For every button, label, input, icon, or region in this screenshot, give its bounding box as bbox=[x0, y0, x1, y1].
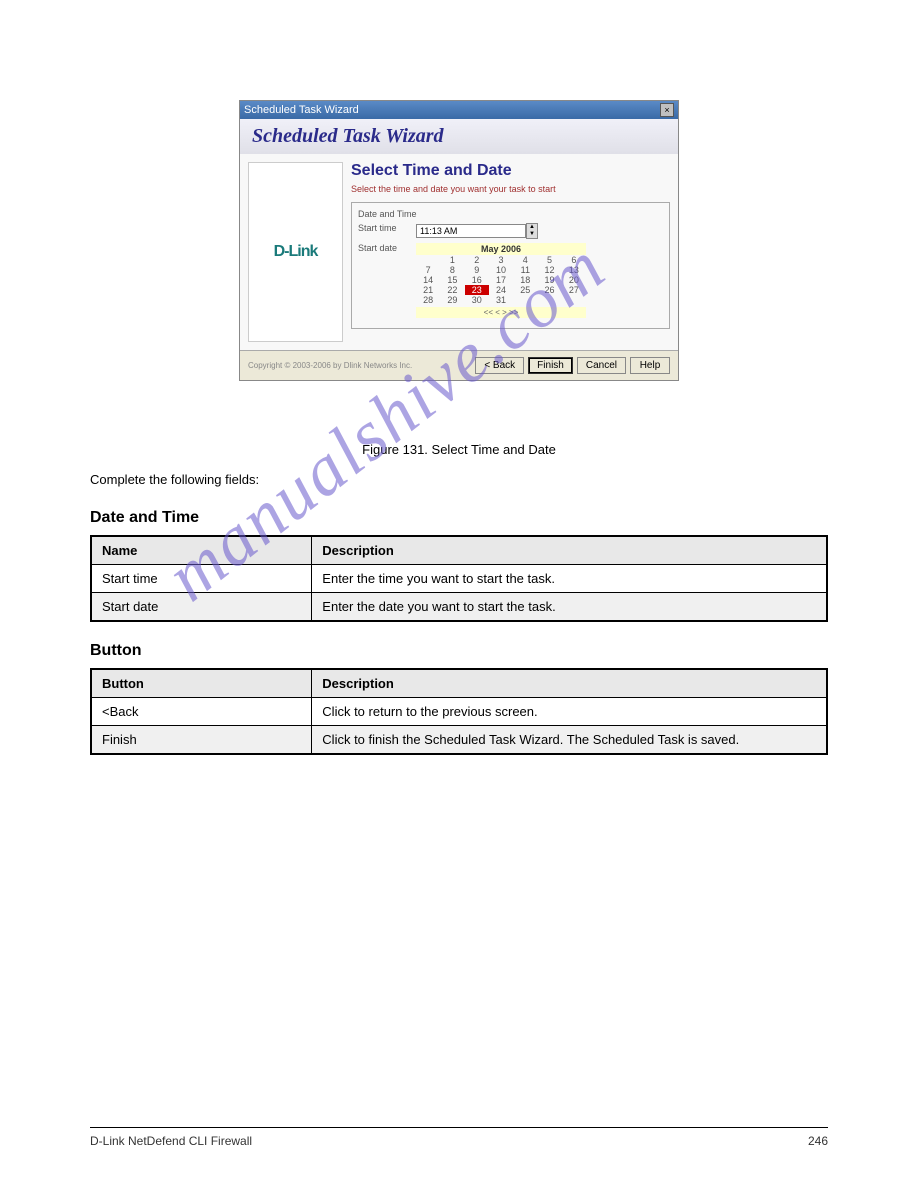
table-cell: Click to return to the previous screen. bbox=[312, 698, 827, 726]
table2-header-desc: Description bbox=[312, 669, 827, 698]
calendar-day[interactable]: 14 bbox=[416, 275, 440, 285]
calendar-day[interactable]: 30 bbox=[465, 295, 489, 305]
step-title: Select Time and Date bbox=[351, 162, 670, 180]
calendar-day[interactable]: 8 bbox=[440, 265, 464, 275]
finish-button[interactable]: Finish bbox=[528, 357, 573, 374]
table1-header-name: Name bbox=[91, 536, 312, 565]
calendar-day[interactable]: 23 bbox=[465, 285, 489, 295]
calendar-day[interactable]: 18 bbox=[513, 275, 537, 285]
wizard-title: Scheduled Task Wizard bbox=[252, 125, 666, 148]
calendar-day[interactable]: 7 bbox=[416, 265, 440, 275]
wizard-window: Scheduled Task Wizard × Scheduled Task W… bbox=[239, 100, 679, 381]
calendar-day[interactable]: 31 bbox=[489, 295, 513, 305]
table-cell: Enter the time you want to start the tas… bbox=[312, 565, 827, 593]
calendar-day[interactable]: 20 bbox=[562, 275, 586, 285]
calendar-day bbox=[416, 255, 440, 265]
calendar-day[interactable]: 4 bbox=[513, 255, 537, 265]
calendar-day[interactable]: 16 bbox=[465, 275, 489, 285]
date-time-table: Name Description Start timeEnter the tim… bbox=[90, 535, 828, 622]
table-cell: Enter the date you want to start the tas… bbox=[312, 593, 827, 622]
calendar-day[interactable]: 10 bbox=[489, 265, 513, 275]
table-row: Start timeEnter the time you want to sta… bbox=[91, 565, 827, 593]
calendar-day[interactable]: 27 bbox=[562, 285, 586, 295]
wizard-body: D-Link Select Time and Date Select the t… bbox=[240, 154, 678, 350]
calendar-day[interactable]: 25 bbox=[513, 285, 537, 295]
calendar-day bbox=[513, 295, 537, 305]
table2-section-title: Button bbox=[90, 642, 828, 660]
calendar-day[interactable]: 17 bbox=[489, 275, 513, 285]
calendar-day[interactable]: 29 bbox=[440, 295, 464, 305]
calendar[interactable]: May 2006 1234567891011121314151617181920… bbox=[416, 243, 586, 318]
start-time-label: Start time bbox=[358, 223, 408, 233]
calendar-day[interactable]: 12 bbox=[537, 265, 561, 275]
table-cell: Start time bbox=[91, 565, 312, 593]
calendar-day[interactable]: 1 bbox=[440, 255, 464, 265]
footer-right: 246 bbox=[808, 1134, 828, 1148]
calendar-day[interactable]: 15 bbox=[440, 275, 464, 285]
calendar-day[interactable]: 24 bbox=[489, 285, 513, 295]
titlebar-text: Scheduled Task Wizard bbox=[244, 104, 359, 116]
calendar-day[interactable]: 13 bbox=[562, 265, 586, 275]
calendar-day[interactable]: 21 bbox=[416, 285, 440, 295]
help-button[interactable]: Help bbox=[630, 357, 670, 374]
page-footer: D-Link NetDefend CLI Firewall 246 bbox=[90, 1127, 828, 1148]
calendar-day[interactable]: 28 bbox=[416, 295, 440, 305]
calendar-day[interactable]: 2 bbox=[465, 255, 489, 265]
button-table: Button Description <BackClick to return … bbox=[90, 668, 828, 755]
calendar-day[interactable]: 6 bbox=[562, 255, 586, 265]
back-button[interactable]: < Back bbox=[475, 357, 524, 374]
start-date-label: Start date bbox=[358, 243, 408, 253]
table-row: Start dateEnter the date you want to sta… bbox=[91, 593, 827, 622]
close-icon[interactable]: × bbox=[660, 103, 674, 117]
start-time-input[interactable] bbox=[416, 224, 526, 238]
table-cell: Click to finish the Scheduled Task Wizar… bbox=[312, 726, 827, 755]
table-cell: Finish bbox=[91, 726, 312, 755]
titlebar: Scheduled Task Wizard × bbox=[240, 101, 678, 119]
calendar-day[interactable]: 26 bbox=[537, 285, 561, 295]
calendar-day[interactable]: 11 bbox=[513, 265, 537, 275]
step-subtitle: Select the time and date you want your t… bbox=[351, 184, 670, 194]
table-cell: <Back bbox=[91, 698, 312, 726]
calendar-day bbox=[537, 295, 561, 305]
calendar-day[interactable]: 3 bbox=[489, 255, 513, 265]
calendar-day[interactable]: 19 bbox=[537, 275, 561, 285]
calendar-month: May 2006 bbox=[416, 243, 586, 255]
calendar-day bbox=[562, 295, 586, 305]
wizard-footer: Copyright © 2003-2006 by Dlink Networks … bbox=[240, 350, 678, 380]
brand-logo: D-Link bbox=[248, 162, 343, 342]
calendar-day[interactable]: 22 bbox=[440, 285, 464, 295]
table-row: FinishClick to finish the Scheduled Task… bbox=[91, 726, 827, 755]
cancel-button[interactable]: Cancel bbox=[577, 357, 626, 374]
wizard-header: Scheduled Task Wizard bbox=[240, 119, 678, 154]
table-row: <BackClick to return to the previous scr… bbox=[91, 698, 827, 726]
calendar-nav[interactable]: << < > >> bbox=[416, 307, 586, 318]
footer-left: D-Link NetDefend CLI Firewall bbox=[90, 1134, 252, 1148]
copyright-text: Copyright © 2003-2006 by Dlink Networks … bbox=[248, 361, 412, 370]
figure-caption: Figure 131. Select Time and Date bbox=[90, 441, 828, 459]
table1-section-title: Date and Time bbox=[90, 509, 828, 527]
table-cell: Start date bbox=[91, 593, 312, 622]
table2-header-button: Button bbox=[91, 669, 312, 698]
fieldset-legend: Date and Time bbox=[358, 209, 663, 219]
date-time-fieldset: Date and Time Start time ▲▼ Start date M… bbox=[351, 202, 670, 329]
time-spinner[interactable]: ▲▼ bbox=[526, 223, 538, 239]
calendar-day[interactable]: 9 bbox=[465, 265, 489, 275]
table1-header-desc: Description bbox=[312, 536, 827, 565]
paragraph-1: Complete the following fields: bbox=[90, 471, 828, 489]
calendar-day[interactable]: 5 bbox=[537, 255, 561, 265]
